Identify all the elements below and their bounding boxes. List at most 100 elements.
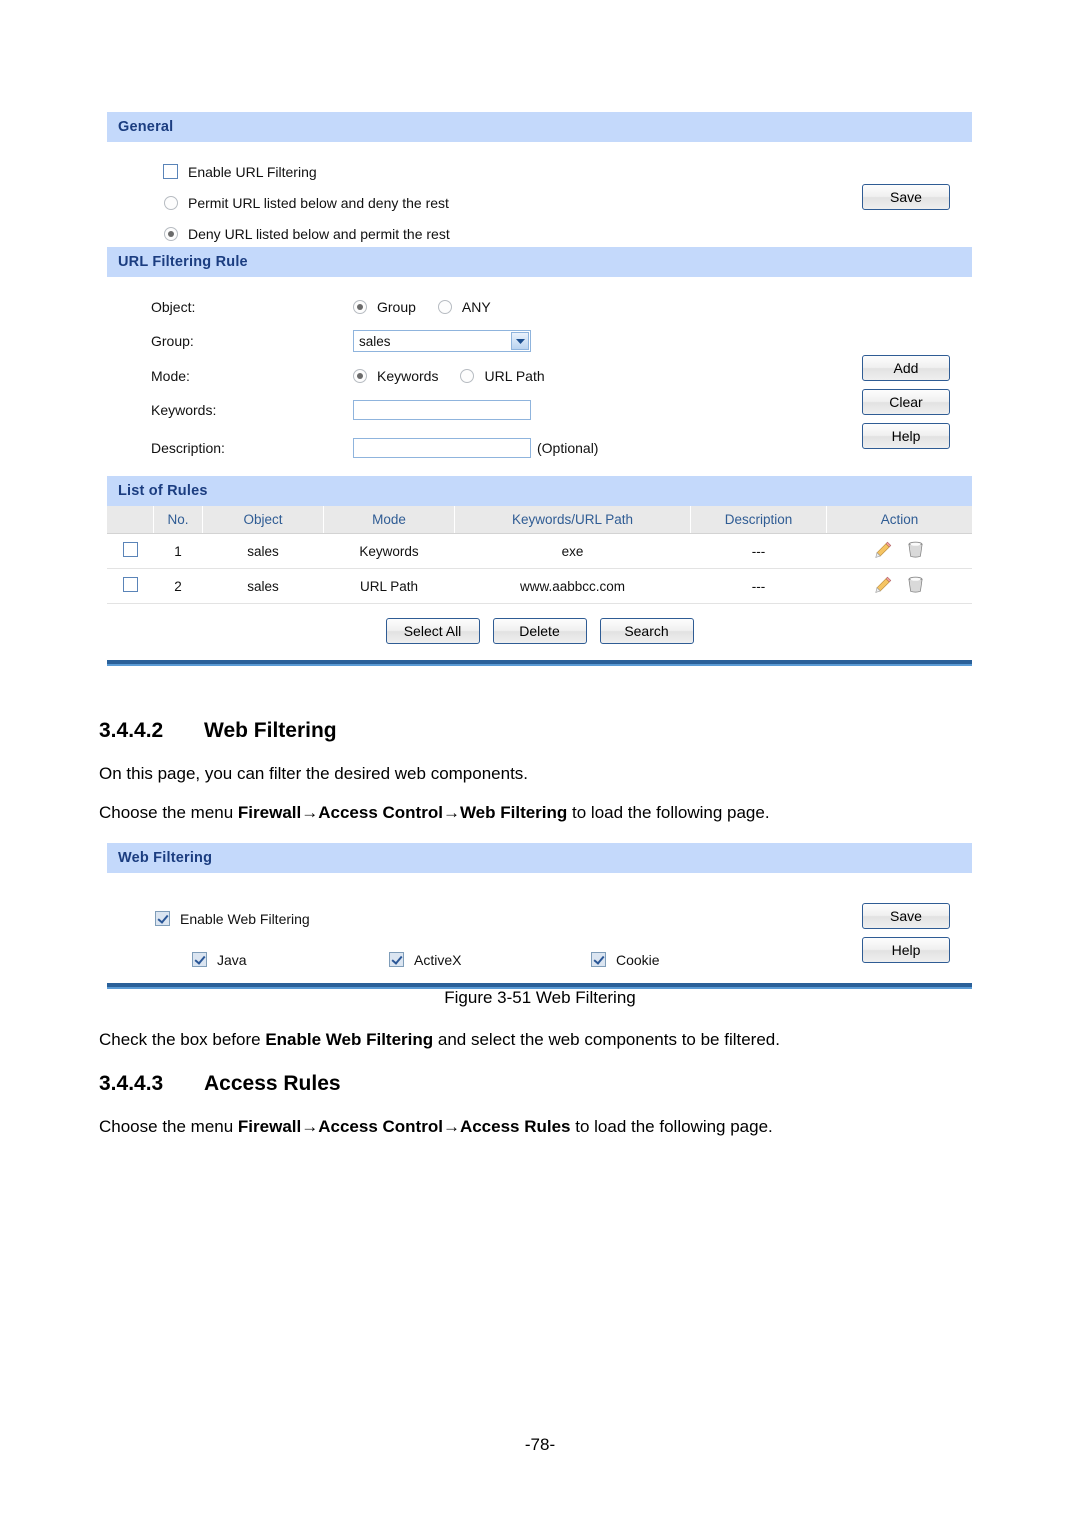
object-any-radio[interactable] — [437, 299, 452, 314]
enable-web-filtering-row[interactable]: Enable Web Filtering — [107, 873, 972, 934]
section-access-rules-heading-block: 3.4.4.3 Access Rules — [99, 1069, 979, 1099]
web-components-row: Java ActiveX Cookie — [107, 934, 972, 975]
arrow-2: → — [442, 803, 460, 822]
row-mode: Keywords — [323, 533, 455, 569]
deny-url-radio-row[interactable]: Deny URL listed below and permit the res… — [107, 218, 972, 249]
para-text: Choose the menu Firewall→Access Control→… — [99, 801, 979, 826]
mode-urlpath-radio[interactable] — [460, 368, 475, 383]
object-row: Object: Group ANY — [107, 277, 972, 322]
clear-button[interactable]: Clear — [862, 389, 950, 415]
th-mode: Mode — [323, 506, 455, 534]
permit-url-radio-label: Permit URL listed below and deny the res… — [188, 194, 449, 211]
group-select[interactable]: sales — [353, 330, 531, 352]
menu-access-rules: Access Rules — [459, 1117, 571, 1136]
row-keywords: www.aabbcc.com — [454, 568, 691, 604]
enable-web-filtering-checkbox[interactable] — [155, 911, 170, 926]
java-checkbox[interactable] — [192, 952, 207, 967]
row-select-cell[interactable] — [107, 533, 154, 569]
table-row: 1 sales Keywords exe --- — [107, 533, 972, 569]
panel-bottom-rule — [107, 660, 972, 666]
description-label: Description: — [151, 440, 225, 456]
rules-table: No. Object Mode Keywords/URL Path Descri… — [107, 506, 972, 604]
table-header-row: No. Object Mode Keywords/URL Path Descri… — [107, 506, 972, 534]
delete-button[interactable]: Delete — [492, 618, 587, 644]
row-description: --- — [690, 568, 827, 604]
rules-table-buttons: Select All Delete Search — [107, 604, 972, 660]
access-rules-para: Choose the menu Firewall→Access Control→… — [99, 1115, 979, 1140]
chevron-down-icon[interactable] — [511, 332, 529, 350]
web-filtering-para2: Choose the menu Firewall→Access Control→… — [99, 801, 979, 826]
permit-url-radio-row[interactable]: Permit URL listed below and deny the res… — [107, 187, 972, 218]
section-heading-3443: 3.4.4.3 Access Rules — [99, 1069, 979, 1099]
select-all-button[interactable]: Select All — [385, 618, 480, 644]
list-of-rules-body: No. Object Mode Keywords/URL Path Descri… — [107, 506, 972, 660]
general-panel-header: General — [107, 112, 972, 142]
web-filtering-help-button[interactable]: Help — [862, 937, 950, 963]
section-title: Access Rules — [204, 1072, 341, 1095]
arrow-2: → — [442, 1117, 460, 1136]
web-filtering-save-button[interactable]: Save — [862, 903, 950, 929]
deny-url-radio[interactable] — [164, 226, 178, 241]
para-suffix: to load the following page. — [570, 1117, 773, 1136]
general-side-buttons: Save — [862, 184, 950, 218]
mode-keywords-radio[interactable] — [353, 368, 367, 383]
web-filtering-side-buttons: Save Help — [862, 903, 950, 971]
object-label: Object: — [151, 298, 196, 315]
bold-enable-web-filtering: Enable Web Filtering — [265, 1030, 434, 1049]
description-input[interactable] — [353, 438, 531, 458]
web-filtering-panel: Web Filtering Save Help Enable Web Filte… — [107, 843, 972, 989]
activex-checkbox[interactable] — [389, 952, 404, 967]
section-web-filtering-heading-block: 3.4.4.2 Web Filtering — [99, 716, 979, 746]
keywords-input[interactable] — [353, 400, 531, 420]
mode-row: Mode: Keywords URL Path — [107, 360, 972, 391]
menu-firewall: Firewall — [237, 803, 302, 822]
object-group-radio[interactable] — [353, 299, 367, 314]
url-filtering-rule-header: URL Filtering Rule — [107, 247, 972, 277]
enable-url-filtering-label: Enable URL Filtering — [188, 163, 317, 180]
para-suffix: and select the web components to be filt… — [433, 1030, 780, 1049]
section-title: Web Filtering — [204, 719, 337, 742]
row-checkbox[interactable] — [122, 542, 138, 557]
th-object: Object — [202, 506, 324, 534]
general-panel-body: Save Enable URL Filtering Permit URL lis… — [107, 142, 972, 264]
figure-caption: Figure 3-51 Web Filtering — [444, 988, 636, 1007]
section-number: 3.4.4.2 — [99, 719, 164, 742]
row-select-cell[interactable] — [107, 568, 154, 604]
edit-pencil-icon[interactable] — [874, 540, 893, 562]
row-no: 2 — [153, 568, 203, 604]
add-button[interactable]: Add — [862, 355, 950, 381]
cookie-checkbox[interactable] — [591, 952, 606, 967]
menu-access-control: Access Control — [318, 1117, 443, 1136]
para-text: Check the box before Enable Web Filterin… — [99, 1028, 979, 1053]
enable-url-filtering-row[interactable]: Enable URL Filtering — [107, 142, 972, 187]
section-number: 3.4.4.3 — [99, 1072, 164, 1095]
group-label: Group: — [151, 333, 194, 349]
para-after-figure: Check the box before Enable Web Filterin… — [99, 1028, 979, 1053]
arrow-1: → — [301, 803, 319, 822]
help-button[interactable]: Help — [862, 423, 950, 449]
permit-url-radio[interactable] — [164, 195, 178, 210]
row-object: sales — [202, 568, 324, 604]
delete-trash-icon[interactable] — [906, 575, 925, 597]
edit-pencil-icon[interactable] — [874, 575, 893, 597]
keywords-label: Keywords: — [151, 402, 217, 418]
row-checkbox[interactable] — [122, 577, 138, 592]
menu-access-control: Access Control — [318, 803, 443, 822]
group-row: Group: sales — [107, 322, 972, 360]
url-rule-side-buttons: Add Clear Help — [862, 355, 950, 457]
activex-label: ActiveX — [414, 951, 462, 968]
search-button[interactable]: Search — [599, 618, 694, 644]
menu-web-filtering: Web Filtering — [459, 803, 568, 822]
cookie-label: Cookie — [616, 951, 660, 968]
row-action-cell — [826, 568, 972, 604]
para-prefix: Choose the menu — [99, 803, 238, 822]
java-label: Java — [217, 951, 247, 968]
enable-url-filtering-checkbox[interactable] — [163, 164, 178, 179]
general-save-button[interactable]: Save — [862, 184, 950, 210]
description-row: Description: (Optional) — [107, 429, 972, 467]
deny-url-radio-label: Deny URL listed below and permit the res… — [188, 225, 450, 242]
url-filtering-rule-body: Add Clear Help Object: Group ANY Group: … — [107, 277, 972, 468]
page-number: -78- — [524, 1435, 556, 1454]
delete-trash-icon[interactable] — [906, 540, 925, 562]
para-suffix: to load the following page. — [567, 803, 770, 822]
